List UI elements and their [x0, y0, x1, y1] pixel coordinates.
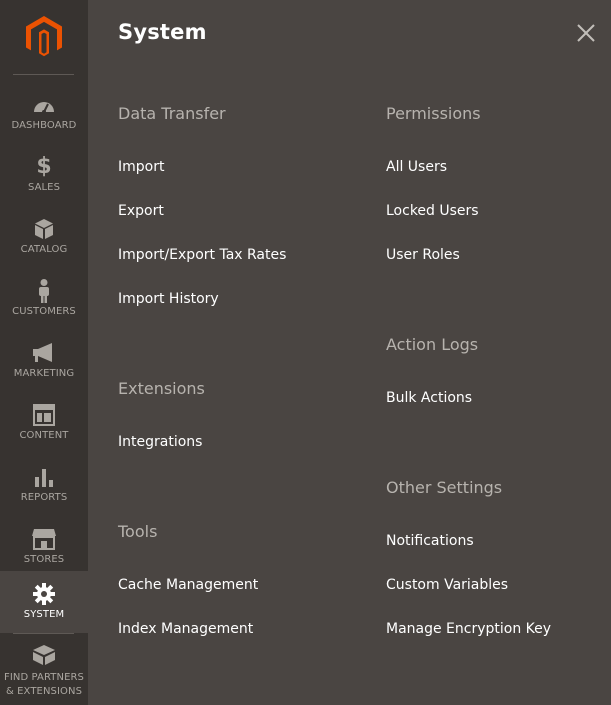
sidebar-item-stores[interactable]: STORES: [0, 516, 88, 578]
gear-icon: [0, 583, 88, 605]
section-title-tools: Tools: [118, 522, 158, 541]
blocks-icon: [0, 644, 88, 666]
section-title-permissions: Permissions: [386, 104, 481, 123]
menu-link-custom-variables[interactable]: Custom Variables: [386, 577, 508, 593]
sidebar-item-label: STORES: [23, 554, 65, 565]
sidebar-item-find-partners[interactable]: FIND PARTNERS & EXTENSIONS: [0, 634, 88, 705]
admin-sidebar: DASHBOARD $ SALES CATALOG CUSTOMERS MARK…: [0, 0, 88, 705]
magento-logo-icon: [26, 16, 62, 57]
sidebar-item-system[interactable]: SYSTEM: [0, 571, 88, 633]
storefront-icon: [0, 528, 88, 550]
menu-link-user-roles[interactable]: User Roles: [386, 247, 460, 263]
dashboard-icon: [0, 94, 88, 116]
bar-chart-icon: [0, 466, 88, 488]
sidebar-item-label: SALES: [27, 182, 61, 193]
sidebar-item-label: CUSTOMERS: [12, 306, 76, 317]
box-icon: [0, 218, 88, 240]
menu-link-all-users[interactable]: All Users: [386, 159, 447, 175]
section-title-other-settings: Other Settings: [386, 478, 503, 497]
sidebar-item-label: DASHBOARD: [11, 120, 77, 131]
logo-divider: [13, 74, 74, 75]
page-title: System: [118, 20, 207, 44]
menu-link-bulk-actions[interactable]: Bulk Actions: [386, 390, 472, 406]
layout-icon: [0, 404, 88, 426]
sidebar-item-reports[interactable]: REPORTS: [0, 454, 88, 516]
menu-link-import-history[interactable]: Import History: [118, 291, 219, 307]
menu-link-integrations[interactable]: Integrations: [118, 434, 202, 450]
menu-link-manage-encryption-key[interactable]: Manage Encryption Key: [386, 621, 551, 637]
label-line-2: & EXTENSIONS: [5, 686, 83, 697]
close-icon[interactable]: [575, 22, 597, 44]
sidebar-item-content[interactable]: CONTENT: [0, 392, 88, 454]
sidebar-item-label: REPORTS: [20, 492, 68, 503]
label-line-1: FIND PARTNERS: [3, 672, 85, 683]
section-title-action-logs: Action Logs: [386, 335, 479, 354]
megaphone-icon: [0, 342, 88, 364]
menu-link-import[interactable]: Import: [118, 159, 164, 175]
menu-link-import-export-tax-rates[interactable]: Import/Export Tax Rates: [118, 247, 286, 263]
menu-link-cache-management[interactable]: Cache Management: [118, 577, 258, 593]
sidebar-item-sales[interactable]: $ SALES: [0, 144, 88, 206]
sidebar-item-label: FIND PARTNERS & EXTENSIONS: [0, 671, 88, 699]
menu-link-notifications[interactable]: Notifications: [386, 533, 474, 549]
section-title-data-transfer: Data Transfer: [118, 104, 226, 123]
sidebar-item-dashboard[interactable]: DASHBOARD: [0, 82, 88, 144]
sidebar-item-customers[interactable]: CUSTOMERS: [0, 268, 88, 330]
dollar-icon: $: [36, 154, 52, 179]
magento-logo[interactable]: [0, 0, 88, 76]
sidebar-item-label: CATALOG: [20, 244, 68, 255]
menu-link-export[interactable]: Export: [118, 203, 164, 219]
section-title-extensions: Extensions: [118, 379, 205, 398]
sidebar-item-catalog[interactable]: CATALOG: [0, 206, 88, 268]
menu-link-index-management[interactable]: Index Management: [118, 621, 253, 637]
sidebar-item-label: SYSTEM: [23, 609, 65, 620]
person-icon: [0, 279, 88, 303]
sidebar-item-marketing[interactable]: MARKETING: [0, 330, 88, 392]
sidebar-item-label: MARKETING: [13, 368, 75, 379]
sidebar-item-label: CONTENT: [19, 430, 69, 441]
menu-link-locked-users[interactable]: Locked Users: [386, 203, 479, 219]
